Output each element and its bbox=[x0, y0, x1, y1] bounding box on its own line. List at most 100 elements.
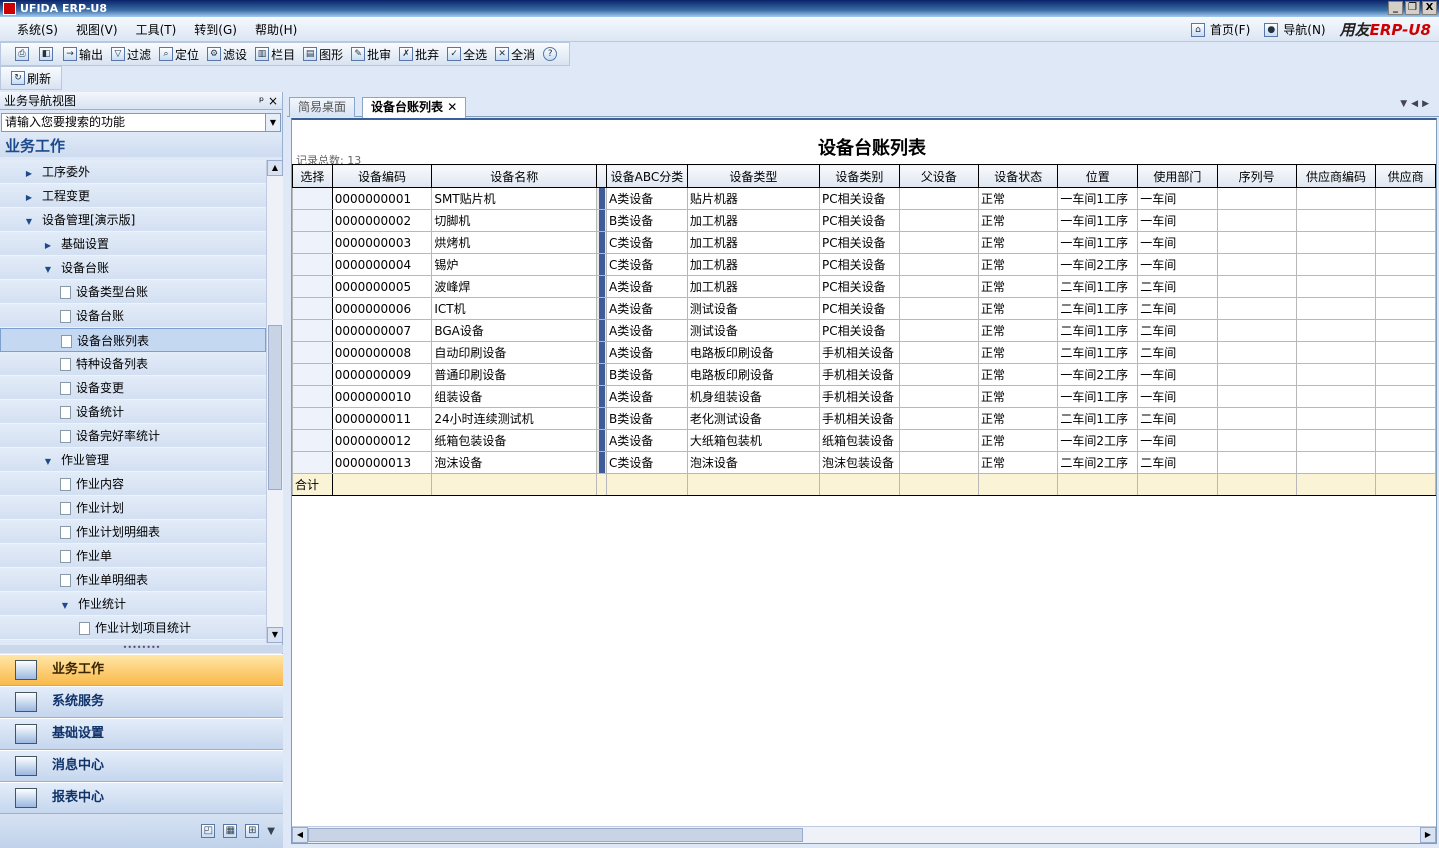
batch-approve-button[interactable]: ✎ 批审 bbox=[347, 46, 395, 63]
deselect-all-button[interactable]: ✕ 全消 bbox=[491, 46, 539, 63]
collapsed-arrow-icon[interactable]: ▶ bbox=[43, 234, 53, 258]
table-row[interactable]: 0000000012 纸箱包装设备 A类设备 大纸箱包装机 纸箱包装设备 正常 一车间2工序… bbox=[292, 429, 1436, 452]
row-select-cell[interactable] bbox=[292, 187, 333, 210]
list-view-icon[interactable]: ▦ bbox=[223, 824, 238, 838]
scroll-right-icon[interactable]: ▶ bbox=[1420, 827, 1436, 843]
row-select-cell[interactable] bbox=[292, 429, 333, 452]
nav-tree-item[interactable]: 设备类型台账 bbox=[0, 280, 266, 304]
row-select-cell[interactable] bbox=[292, 385, 333, 408]
table-row[interactable]: 0000000003 烘烤机 C类设备 加工机器 PC相关设备 正常 一车间1工序 一车间 bbox=[292, 231, 1436, 254]
close-button[interactable]: X bbox=[1422, 1, 1437, 15]
nav-tree-item[interactable]: 作业内容 bbox=[0, 472, 266, 496]
menu-tools[interactable]: 工具(T) bbox=[127, 21, 186, 38]
row-select-cell[interactable] bbox=[292, 231, 333, 254]
tab-navigation[interactable]: ▼◀▶ bbox=[1400, 99, 1433, 109]
columns-button[interactable]: ▥ 栏目 bbox=[251, 46, 299, 63]
nav-tree-item[interactable]: ▼ 作业管理 bbox=[0, 448, 266, 472]
tab-equipment-ledger-list[interactable]: 设备台账列表 ✕ bbox=[362, 97, 467, 118]
scroll-thumb[interactable] bbox=[268, 325, 282, 490]
scroll-down-icon[interactable]: ▼ bbox=[267, 627, 283, 643]
nav-tree-item[interactable]: 设备台账 bbox=[0, 304, 266, 328]
nav-tree-item[interactable]: 作业单 bbox=[0, 544, 266, 568]
nav-button-basic-settings[interactable]: 基础设置 bbox=[0, 718, 283, 750]
nav-button-message-center[interactable]: 消息中心 bbox=[0, 750, 283, 782]
table-row[interactable]: 0000000002 切脚机 B类设备 加工机器 PC相关设备 正常 一车间1工序 一车间 bbox=[292, 209, 1436, 232]
column-header[interactable]: 位置 bbox=[1057, 164, 1139, 188]
collapsed-arrow-icon[interactable]: ▶ bbox=[24, 162, 34, 186]
chevron-down-icon[interactable]: ▼ bbox=[265, 114, 280, 131]
column-header[interactable]: 设备名称 bbox=[431, 164, 598, 188]
nav-tree-item[interactable]: ▼ 设备台账 bbox=[0, 256, 266, 280]
refresh-button[interactable]: ↻ 刷新 bbox=[11, 70, 51, 87]
collapsed-arrow-icon[interactable]: ▶ bbox=[24, 186, 34, 210]
column-header[interactable]: 选择 bbox=[292, 164, 333, 188]
menu-system[interactable]: 系统(S) bbox=[8, 21, 67, 38]
expanded-arrow-icon[interactable]: ▼ bbox=[60, 594, 70, 618]
table-row[interactable]: 0000000009 普通印刷设备 B类设备 电路板印刷设备 手机相关设备 正常 一车间2工… bbox=[292, 363, 1436, 386]
tree-view-icon[interactable]: ⊞ bbox=[245, 824, 260, 838]
pane-splitter[interactable]: •••••••• bbox=[0, 644, 283, 653]
nav-tree-item[interactable]: 作业计划 bbox=[0, 496, 266, 520]
home-link[interactable]: ⌂ 首页(F) bbox=[1190, 21, 1250, 38]
nav-tree-item[interactable]: 特种设备列表 bbox=[0, 352, 266, 376]
row-select-cell[interactable] bbox=[292, 209, 333, 232]
filter-settings-button[interactable]: ⚙ 滤设 bbox=[203, 46, 251, 63]
table-row[interactable]: 0000000006 ICT机 A类设备 测试设备 PC相关设备 正常 二车间1工序 二车间 bbox=[292, 297, 1436, 320]
row-select-cell[interactable] bbox=[292, 275, 333, 298]
horizontal-scrollbar[interactable]: ◀ ▶ bbox=[292, 826, 1436, 843]
nav-tree-item[interactable]: ▶ 工程变更 bbox=[0, 184, 266, 208]
row-select-cell[interactable] bbox=[292, 451, 333, 474]
chevron-down-icon[interactable]: ▼ bbox=[267, 826, 275, 837]
expanded-arrow-icon[interactable]: ▼ bbox=[24, 210, 34, 234]
menu-view[interactable]: 视图(V) bbox=[67, 21, 127, 38]
table-row[interactable]: 0000000005 波峰焊 A类设备 加工机器 PC相关设备 正常 二车间1工序 二车间 bbox=[292, 275, 1436, 298]
nav-tree-item[interactable]: 设备台账列表 bbox=[0, 328, 266, 352]
restore-button[interactable]: ❐ bbox=[1405, 1, 1420, 15]
column-header[interactable]: 序列号 bbox=[1216, 164, 1297, 188]
scroll-up-icon[interactable]: ▲ bbox=[267, 160, 283, 176]
nav-button-system-service[interactable]: 系统服务 bbox=[0, 686, 283, 718]
column-header[interactable]: 设备编码 bbox=[331, 164, 433, 188]
table-row[interactable]: 0000000007 BGA设备 A类设备 测试设备 PC相关设备 正常 二车间1工序 二车间 bbox=[292, 319, 1436, 342]
nav-tree-item[interactable]: 作业单明细表 bbox=[0, 568, 266, 592]
locate-button[interactable]: ⌕ 定位 bbox=[155, 46, 203, 63]
table-row[interactable]: 0000000001 SMT贴片机 A类设备 贴片机器 PC相关设备 正常 一车间1工序 一车… bbox=[292, 187, 1436, 210]
nav-tree-item[interactable]: 设备统计 bbox=[0, 400, 266, 424]
column-header[interactable]: 父设备 bbox=[898, 164, 980, 188]
batch-abandon-button[interactable]: ✗ 批弃 bbox=[395, 46, 443, 63]
nav-tree-scrollbar[interactable]: ▲ ▼ bbox=[266, 160, 283, 643]
nav-tree-item[interactable]: ▼ 作业统计 bbox=[0, 592, 266, 616]
filter-button[interactable]: ▽ 过滤 bbox=[107, 46, 155, 63]
column-header[interactable]: 供应商编码 bbox=[1295, 164, 1377, 188]
menu-help[interactable]: 帮助(H) bbox=[246, 21, 306, 38]
scroll-left-icon[interactable]: ◀ bbox=[292, 827, 308, 843]
nav-tree-item[interactable]: 设备变更 bbox=[0, 376, 266, 400]
preview-button[interactable]: ◧ bbox=[35, 47, 59, 61]
expanded-arrow-icon[interactable]: ▼ bbox=[43, 258, 53, 282]
collapse-icon[interactable]: ◰ bbox=[201, 824, 216, 838]
nav-tree-item[interactable]: 作业计划项目统计 bbox=[0, 616, 266, 640]
row-select-cell[interactable] bbox=[292, 407, 333, 430]
nav-tree-item[interactable]: 设备完好率统计 bbox=[0, 424, 266, 448]
chart-button[interactable]: ▤ 图形 bbox=[299, 46, 347, 63]
row-select-cell[interactable] bbox=[292, 297, 333, 320]
function-search-input[interactable]: 请输入您要搜索的功能 ▼ bbox=[1, 113, 281, 132]
row-select-cell[interactable] bbox=[292, 363, 333, 386]
select-all-button[interactable]: ✓ 全选 bbox=[443, 46, 491, 63]
row-select-cell[interactable] bbox=[292, 319, 333, 342]
nav-tree-item[interactable]: ▶ 工序委外 bbox=[0, 160, 266, 184]
column-header[interactable]: 使用部门 bbox=[1137, 164, 1218, 188]
table-row[interactable]: 0000000010 组装设备 A类设备 机身组装设备 手机相关设备 正常 一车间1工序 一车… bbox=[292, 385, 1436, 408]
nav-tree-item[interactable]: ▶ 基础设置 bbox=[0, 232, 266, 256]
column-header[interactable]: 设备状态 bbox=[977, 164, 1059, 188]
horizontal-scroll-thumb[interactable] bbox=[308, 828, 803, 842]
pin-close-icon[interactable]: ᵖ × bbox=[259, 92, 278, 110]
table-row[interactable]: 0000000004 锡炉 C类设备 加工机器 PC相关设备 正常 一车间2工序 一车间 bbox=[292, 253, 1436, 276]
menu-goto[interactable]: 转到(G) bbox=[185, 21, 246, 38]
row-select-cell[interactable] bbox=[292, 341, 333, 364]
nav-button-report-center[interactable]: 报表中心 bbox=[0, 782, 283, 814]
close-icon[interactable]: ✕ bbox=[447, 100, 457, 114]
nav-tree-item[interactable]: ▼ 设备管理[演示版] bbox=[0, 208, 266, 232]
column-header[interactable]: 设备类型 bbox=[686, 164, 820, 188]
navigation-link[interactable]: ● 导航(N) bbox=[1264, 21, 1326, 38]
